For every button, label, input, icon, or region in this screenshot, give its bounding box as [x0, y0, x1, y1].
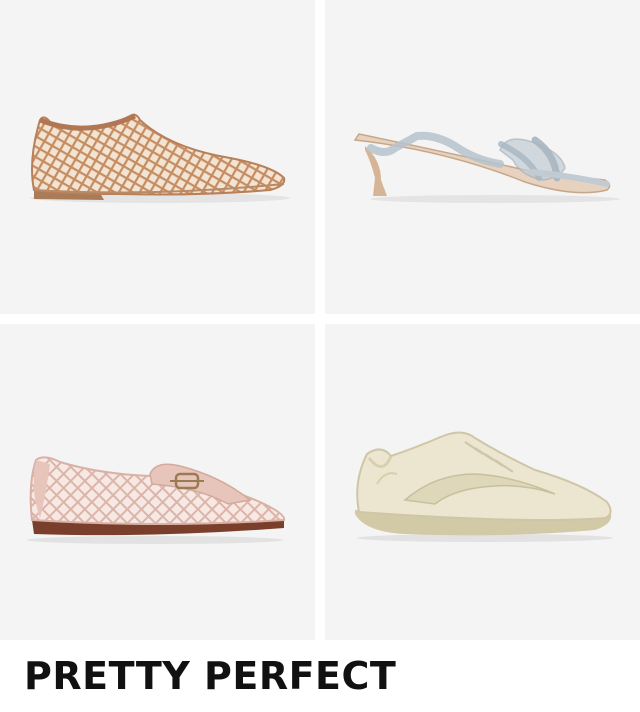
rose-gold-mesh-flat-shoe-icon — [30, 113, 290, 203]
cream-patent-sneaker-icon — [355, 431, 613, 542]
headline: PRETTY PERFECT — [24, 654, 397, 698]
product-tile-mesh-loafer[interactable] — [0, 324, 315, 640]
clear-grey-kitten-heel-thong-sandal-icon — [353, 131, 620, 203]
product-tile-sneaker[interactable] — [325, 324, 640, 640]
product-grid — [0, 0, 640, 640]
product-tile-mesh-flat[interactable] — [0, 0, 315, 314]
pink-mesh-horsebit-loafer-icon — [27, 456, 286, 544]
product-tile-kitten-heel[interactable] — [325, 0, 640, 314]
